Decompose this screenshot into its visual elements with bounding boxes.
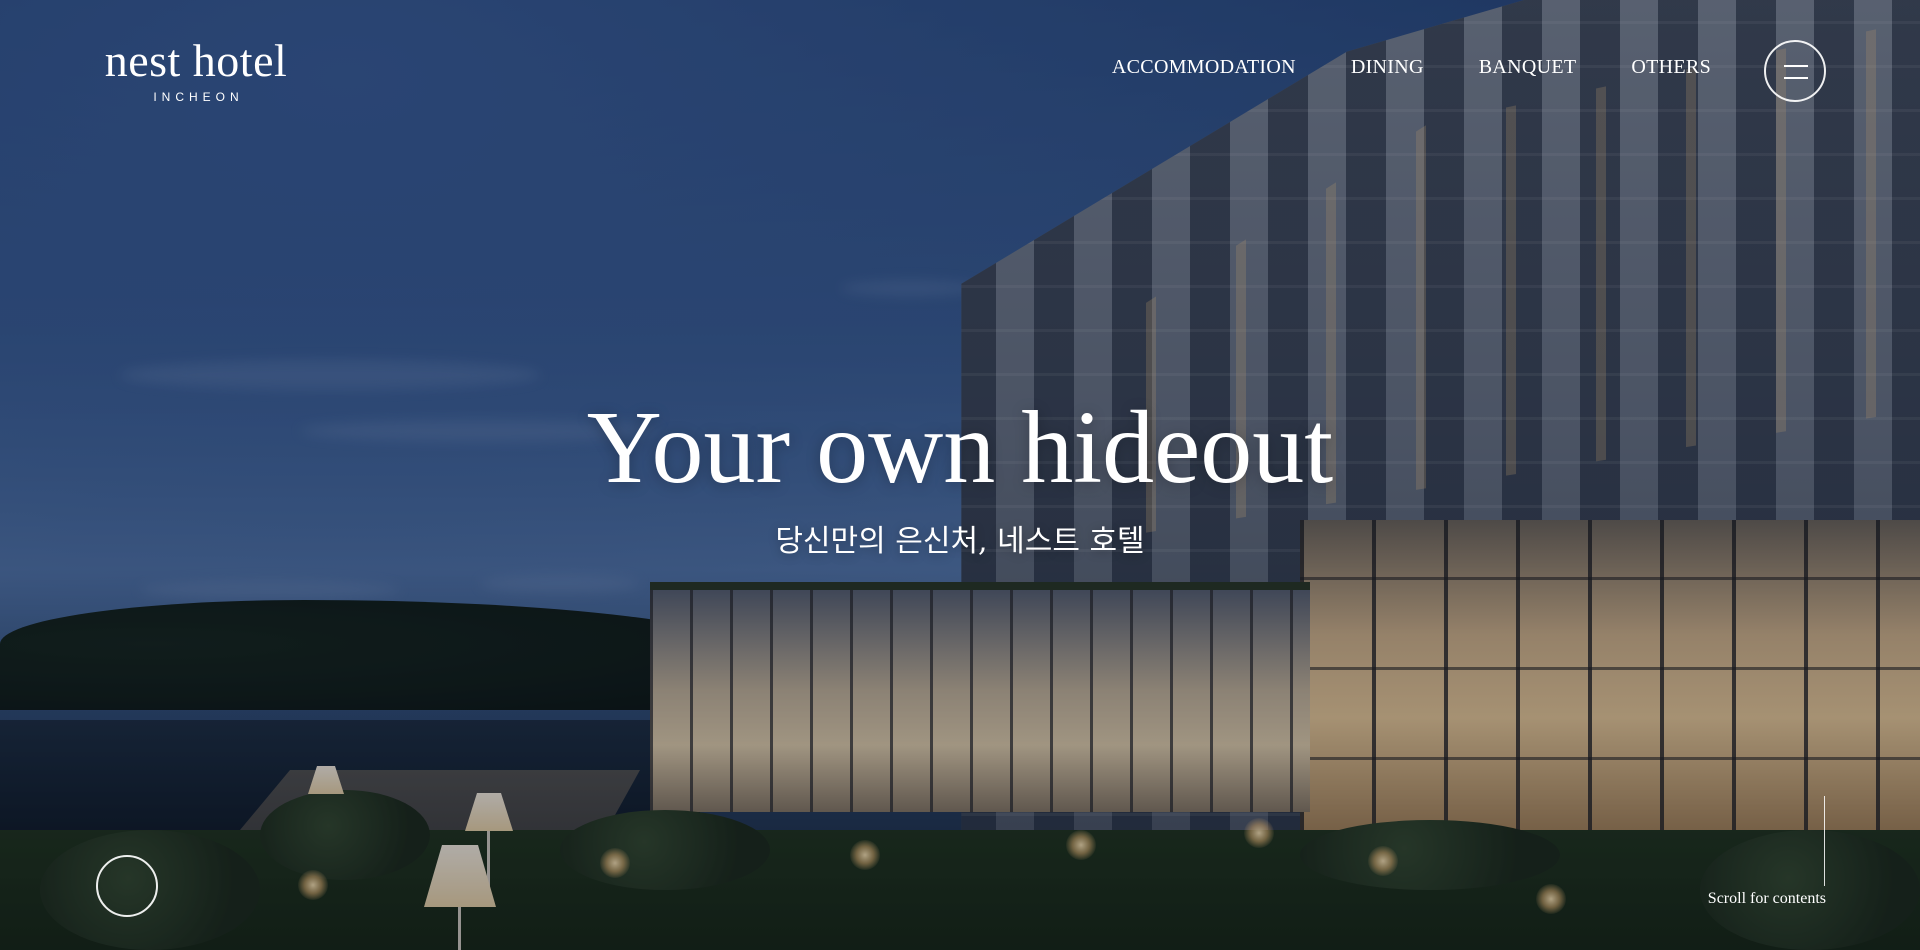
- logo-name: nest hotel: [104, 35, 288, 86]
- nav-item-dining[interactable]: DINING: [1351, 56, 1424, 79]
- main-nav: ACCOMMODATION DINING BANQUET OTHERS: [1112, 56, 1711, 79]
- scroll-for-contents-link[interactable]: Scroll for contents: [1708, 890, 1826, 908]
- nav-item-others[interactable]: OTHERS: [1631, 56, 1711, 79]
- nav-item-accommodation[interactable]: ACCOMMODATION: [1112, 56, 1296, 79]
- hero-section: nest hotel INCHEON ACCOMMODATION DINING …: [0, 0, 1920, 950]
- hero-headline: Your own hideout: [586, 390, 1334, 505]
- nav-item-banquet[interactable]: BANQUET: [1479, 56, 1577, 79]
- hamburger-menu-icon: [1784, 63, 1808, 81]
- hero-subheadline: 당신만의 은신처, 네스트 호텔: [775, 524, 1145, 559]
- hotel-logo[interactable]: nest hotel INCHEON: [96, 35, 296, 105]
- scroll-indicator-line: [1824, 796, 1825, 886]
- menu-button[interactable]: [1764, 40, 1826, 102]
- slide-control-button[interactable]: [96, 855, 158, 917]
- logo-city: INCHEON: [153, 90, 244, 104]
